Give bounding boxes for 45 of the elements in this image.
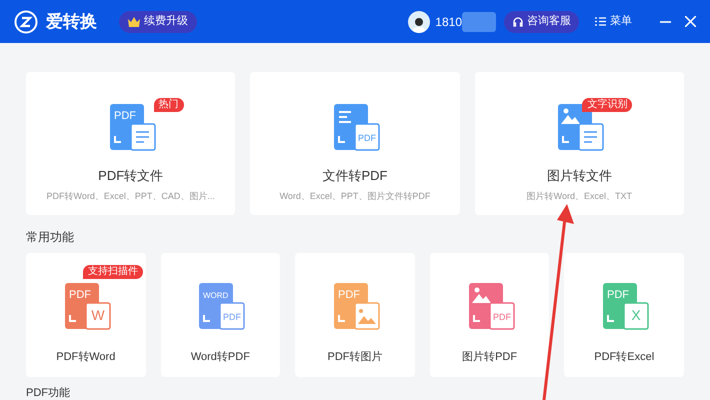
overlay-file-icon: W [85,302,111,330]
tool-title: PDF转图片 [327,350,382,365]
close-icon[interactable] [685,16,696,27]
overlay-file-icon: PDF [354,123,380,151]
overlay-file-icon: PDF [488,302,514,330]
logo-icon [14,10,38,34]
tool-card[interactable]: PDF PDF转图片 [295,253,415,377]
support-button[interactable]: 咨询客服 [504,10,579,32]
crown-icon [128,16,140,26]
section-title: 常用功能 [26,229,74,246]
user-phone: 1810 [435,14,462,30]
tag-badge: 支持扫描件 [82,265,143,279]
tool-card[interactable]: PDF 文件转PDF Word、Excel、PPT、图片文件转PDF [250,72,460,215]
blurred-area [462,12,496,32]
tool-card[interactable]: 热门 PDF PDF转文件 PDF转Word、Excel、PPT、CAD、图片... [26,72,236,215]
tag-badge: 热门 [154,98,184,112]
overlay-file-icon [578,123,604,151]
headset-icon [512,16,524,28]
tool-card[interactable]: WORD PDF Word转PDF [160,253,280,377]
tool-card[interactable]: PDF X PDF转Excel [564,253,684,377]
tool-title: 图片转PDF [462,350,518,365]
upgrade-button[interactable]: 续费升级 [119,10,197,32]
overlay-file-icon: X [623,302,649,330]
overlay-file-icon [130,123,156,151]
tool-card[interactable]: 支持扫描件 PDF W PDF转Word [26,253,146,377]
tool-title: PDF转Excel [594,350,654,365]
app-name: 爱转换 [46,10,97,33]
overlay-file-icon: PDF [220,302,246,330]
tool-title: PDF转文件 [98,167,164,185]
avatar-icon[interactable] [408,10,430,32]
tool-title: 文件转PDF [322,167,388,185]
tag-badge: 文字识别 [582,98,632,112]
minimize-icon[interactable] [660,20,671,22]
tool-card[interactable]: 文字识别 图片转文件 图片转Word、Excel、TXT [474,72,684,215]
menu-button[interactable]: 菜单 [595,13,632,30]
tool-card[interactable]: PDF 图片转PDF [430,253,550,377]
tool-title: Word转PDF [190,350,250,365]
section-title: PDF功能 [26,387,70,399]
overlay-file-icon [354,302,380,330]
tool-title: PDF转Word [56,350,116,365]
tool-description: 图片转Word、Excel、TXT [526,190,632,202]
tool-description: Word、Excel、PPT、图片文件转PDF [280,190,430,202]
menu-icon [595,17,606,26]
tool-title: 图片转文件 [546,167,612,185]
tool-description: PDF转Word、Excel、PPT、CAD、图片... [46,190,215,202]
